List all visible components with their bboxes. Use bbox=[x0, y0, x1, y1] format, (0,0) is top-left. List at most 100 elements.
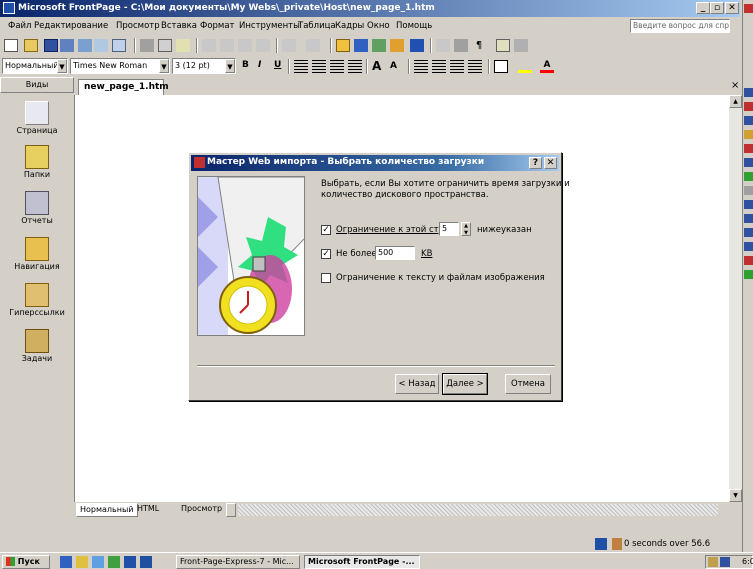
max-size-checkbox[interactable]: ✓ bbox=[321, 249, 331, 259]
quick-launch-app-icon[interactable] bbox=[108, 556, 120, 568]
web-component-icon[interactable] bbox=[78, 39, 92, 52]
toolbar-icon[interactable] bbox=[744, 116, 753, 125]
borders-icon[interactable] bbox=[494, 60, 508, 73]
close-button[interactable]: ✕ bbox=[725, 2, 739, 14]
quick-launch-outlook-icon[interactable] bbox=[76, 556, 88, 568]
align-center-icon[interactable] bbox=[312, 60, 326, 73]
cancel-button[interactable]: Отмена bbox=[505, 374, 551, 394]
style-select[interactable]: Нормальный ▼ bbox=[2, 58, 68, 74]
font-size-select[interactable]: 3 (12 pt) ▼ bbox=[172, 58, 236, 74]
menu-insert[interactable]: Вставка bbox=[161, 21, 197, 31]
toolbar-icon[interactable] bbox=[744, 186, 753, 195]
toolbar-icon[interactable] bbox=[744, 144, 753, 153]
quick-launch-ie-icon[interactable] bbox=[60, 556, 72, 568]
toolbar-icon[interactable] bbox=[744, 214, 753, 223]
tab-normal[interactable]: Нормальный bbox=[76, 503, 138, 517]
underline-button[interactable]: U bbox=[274, 60, 281, 70]
menu-window[interactable]: Окно bbox=[367, 21, 390, 31]
quick-launch-desktop-icon[interactable] bbox=[92, 556, 104, 568]
hyperlink-icon[interactable] bbox=[410, 39, 424, 52]
quick-launch-word-icon[interactable] bbox=[140, 556, 152, 568]
max-size-input[interactable]: 500 bbox=[375, 246, 415, 260]
stop-icon[interactable] bbox=[454, 39, 468, 52]
quick-launch-frontpage-icon[interactable] bbox=[124, 556, 136, 568]
minimize-button[interactable]: _ bbox=[696, 2, 710, 14]
insert-picture-icon[interactable] bbox=[372, 39, 386, 52]
menu-format[interactable]: Формат bbox=[200, 21, 235, 31]
publish-icon[interactable] bbox=[60, 39, 74, 52]
ask-question-input[interactable]: Введите вопрос для спра bbox=[630, 19, 730, 33]
menu-view[interactable]: Просмотр bbox=[116, 21, 160, 31]
scroll-left-icon[interactable] bbox=[226, 503, 236, 517]
italic-button[interactable]: I bbox=[258, 60, 261, 70]
view-navigation[interactable]: Навигация bbox=[0, 237, 74, 271]
document-tab[interactable]: new_page_1.htm bbox=[78, 79, 169, 95]
menu-tools[interactable]: Инструменты bbox=[239, 21, 300, 31]
refresh-icon[interactable] bbox=[436, 39, 450, 52]
paste-icon[interactable] bbox=[238, 39, 252, 52]
toolbar-icon[interactable] bbox=[744, 256, 753, 265]
toolbar-icon[interactable] bbox=[744, 172, 753, 181]
close-toolbar-icon[interactable] bbox=[514, 39, 528, 52]
chevron-down-icon[interactable]: ▼ bbox=[159, 59, 169, 73]
folder-list-icon[interactable] bbox=[94, 39, 108, 52]
save-icon[interactable] bbox=[44, 39, 58, 52]
bullets-icon[interactable] bbox=[432, 60, 446, 73]
help-icon[interactable] bbox=[496, 39, 510, 52]
vertical-scrollbar[interactable]: ▲ ▼ bbox=[729, 95, 742, 502]
menu-table[interactable]: Таблица bbox=[298, 21, 336, 31]
toolbar-icon[interactable] bbox=[744, 130, 753, 139]
pages-count-input[interactable]: 5 bbox=[439, 222, 459, 236]
limit-pages-checkbox[interactable]: ✓ bbox=[321, 225, 331, 235]
open-folder-icon[interactable] bbox=[24, 39, 38, 52]
pages-count-spinner[interactable]: ▲ ▼ bbox=[461, 222, 471, 236]
decrease-indent-icon[interactable] bbox=[450, 60, 464, 73]
format-painter-icon[interactable] bbox=[256, 39, 270, 52]
toolbar-icon[interactable] bbox=[744, 242, 753, 251]
tray-icon[interactable] bbox=[708, 557, 718, 567]
menu-frames[interactable]: Кадры bbox=[335, 21, 364, 31]
toolbar-icon[interactable] bbox=[744, 270, 753, 279]
help-button[interactable]: ? bbox=[529, 157, 542, 169]
web-component-insert-icon[interactable] bbox=[336, 39, 350, 52]
scroll-up-icon[interactable]: ▲ bbox=[729, 95, 742, 108]
highlight-icon[interactable] bbox=[518, 60, 532, 73]
tray-icon[interactable] bbox=[720, 557, 730, 567]
toolbar-icon[interactable] bbox=[744, 158, 753, 167]
undo-icon[interactable] bbox=[282, 39, 296, 52]
drawing-icon[interactable] bbox=[390, 39, 404, 52]
horizontal-scrollbar[interactable] bbox=[238, 504, 718, 516]
preview-icon[interactable] bbox=[158, 39, 172, 52]
back-button[interactable]: < Назад bbox=[395, 374, 439, 394]
toolbar-icon[interactable] bbox=[744, 200, 753, 209]
chevron-down-icon[interactable]: ▼ bbox=[57, 59, 67, 73]
task-microsoft-frontpage[interactable]: Microsoft FrontPage -... bbox=[304, 555, 420, 569]
numbering-icon[interactable] bbox=[414, 60, 428, 73]
close-document-icon[interactable]: × bbox=[731, 80, 739, 91]
next-button[interactable]: Далее > bbox=[442, 373, 488, 395]
font-select[interactable]: Times New Roman ▼ bbox=[70, 58, 170, 74]
text-images-only-checkbox[interactable] bbox=[321, 273, 331, 283]
align-left-icon[interactable] bbox=[294, 60, 308, 73]
view-folders[interactable]: Папки bbox=[0, 145, 74, 179]
spelling-icon[interactable] bbox=[176, 39, 190, 52]
start-button[interactable]: Пуск bbox=[2, 555, 50, 569]
view-page[interactable]: Страница bbox=[0, 101, 74, 135]
restore-button[interactable]: ▫ bbox=[710, 2, 724, 14]
tab-html[interactable]: HTML bbox=[134, 503, 162, 517]
toolbar-icon[interactable] bbox=[744, 102, 753, 111]
menu-edit[interactable]: Редактирование bbox=[34, 21, 108, 31]
view-tasks[interactable]: Задачи bbox=[0, 329, 74, 363]
tab-preview[interactable]: Просмотр bbox=[178, 503, 225, 517]
redo-icon[interactable] bbox=[306, 39, 320, 52]
scroll-down-icon[interactable]: ▼ bbox=[729, 489, 742, 502]
view-hyperlinks[interactable]: Гиперссылки bbox=[0, 283, 74, 317]
print-icon[interactable] bbox=[140, 39, 154, 52]
insert-table-icon[interactable] bbox=[354, 39, 368, 52]
font-color-icon[interactable]: A bbox=[540, 60, 554, 73]
view-reports[interactable]: Отчеты bbox=[0, 191, 74, 225]
justify-icon[interactable] bbox=[348, 60, 362, 73]
increase-indent-icon[interactable] bbox=[468, 60, 482, 73]
align-right-icon[interactable] bbox=[330, 60, 344, 73]
copy-icon[interactable] bbox=[220, 39, 234, 52]
